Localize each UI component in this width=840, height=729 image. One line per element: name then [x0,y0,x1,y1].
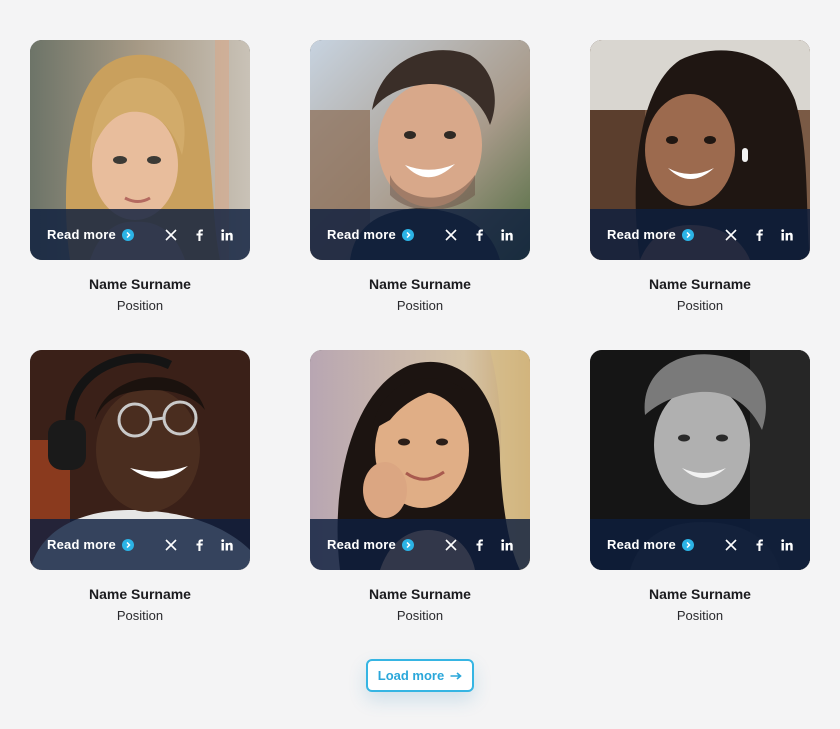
x-icon[interactable] [164,228,178,242]
member-position: Position [116,608,164,623]
member-name: Name Surname [89,276,191,292]
linkedin-icon[interactable] [220,228,234,242]
read-more-link[interactable]: Read more [607,537,694,552]
arrow-right-icon [450,671,462,680]
member-name: Name Surname [369,586,471,602]
member-card-overlay: Read more [310,519,530,570]
member-name: Name Surname [369,276,471,292]
member-name: Name Surname [89,586,191,602]
read-more-label: Read more [327,537,396,552]
member-photo-card: Read more [590,40,810,260]
member-card-overlay: Read more [590,519,810,570]
social-links [444,228,514,242]
member-card-overlay: Read more [30,519,250,570]
team-member-card: Read more Name Surname Position [590,350,810,660]
member-card-overlay: Read more [310,209,530,260]
social-links [164,228,234,242]
read-more-label: Read more [47,537,116,552]
read-more-link[interactable]: Read more [327,227,414,242]
member-card-overlay: Read more [30,209,250,260]
facebook-icon[interactable] [192,538,206,552]
member-position: Position [676,298,724,313]
team-member-card: Read more Name Surname Position [310,350,530,660]
team-grid: Read more Name Surname Position Read mor… [30,40,810,660]
member-position: Position [396,608,444,623]
x-icon[interactable] [724,228,738,242]
facebook-icon[interactable] [472,228,486,242]
chevron-right-icon [402,538,414,551]
x-icon[interactable] [444,538,458,552]
team-member-card: Read more Name Surname Position [590,40,810,350]
linkedin-icon[interactable] [500,228,514,242]
facebook-icon[interactable] [472,538,486,552]
member-name: Name Surname [649,276,751,292]
chevron-right-icon [682,228,694,241]
member-position: Position [396,298,444,313]
x-icon[interactable] [724,538,738,552]
facebook-icon[interactable] [192,228,206,242]
linkedin-icon[interactable] [780,228,794,242]
team-member-card: Read more Name Surname Position [30,350,250,660]
load-more-button[interactable]: Load more [366,659,474,692]
read-more-label: Read more [327,227,396,242]
member-photo-card: Read more [30,40,250,260]
member-name: Name Surname [649,586,751,602]
x-icon[interactable] [444,228,458,242]
chevron-right-icon [122,228,134,241]
social-links [724,538,794,552]
member-photo-card: Read more [30,350,250,570]
social-links [164,538,234,552]
member-photo-card: Read more [310,350,530,570]
member-photo-card: Read more [590,350,810,570]
member-photo-card: Read more [310,40,530,260]
facebook-icon[interactable] [752,538,766,552]
team-member-card: Read more Name Surname Position [30,40,250,350]
linkedin-icon[interactable] [780,538,794,552]
read-more-link[interactable]: Read more [607,227,694,242]
read-more-link[interactable]: Read more [47,227,134,242]
chevron-right-icon [682,538,694,551]
x-icon[interactable] [164,538,178,552]
read-more-link[interactable]: Read more [47,537,134,552]
read-more-label: Read more [607,227,676,242]
social-links [724,228,794,242]
linkedin-icon[interactable] [220,538,234,552]
team-member-card: Read more Name Surname Position [310,40,530,350]
chevron-right-icon [402,228,414,241]
member-card-overlay: Read more [590,209,810,260]
linkedin-icon[interactable] [500,538,514,552]
social-links [444,538,514,552]
read-more-link[interactable]: Read more [327,537,414,552]
facebook-icon[interactable] [752,228,766,242]
member-position: Position [676,608,724,623]
chevron-right-icon [122,538,134,551]
member-position: Position [116,298,164,313]
load-more-label: Load more [377,668,445,683]
read-more-label: Read more [47,227,116,242]
read-more-label: Read more [607,537,676,552]
